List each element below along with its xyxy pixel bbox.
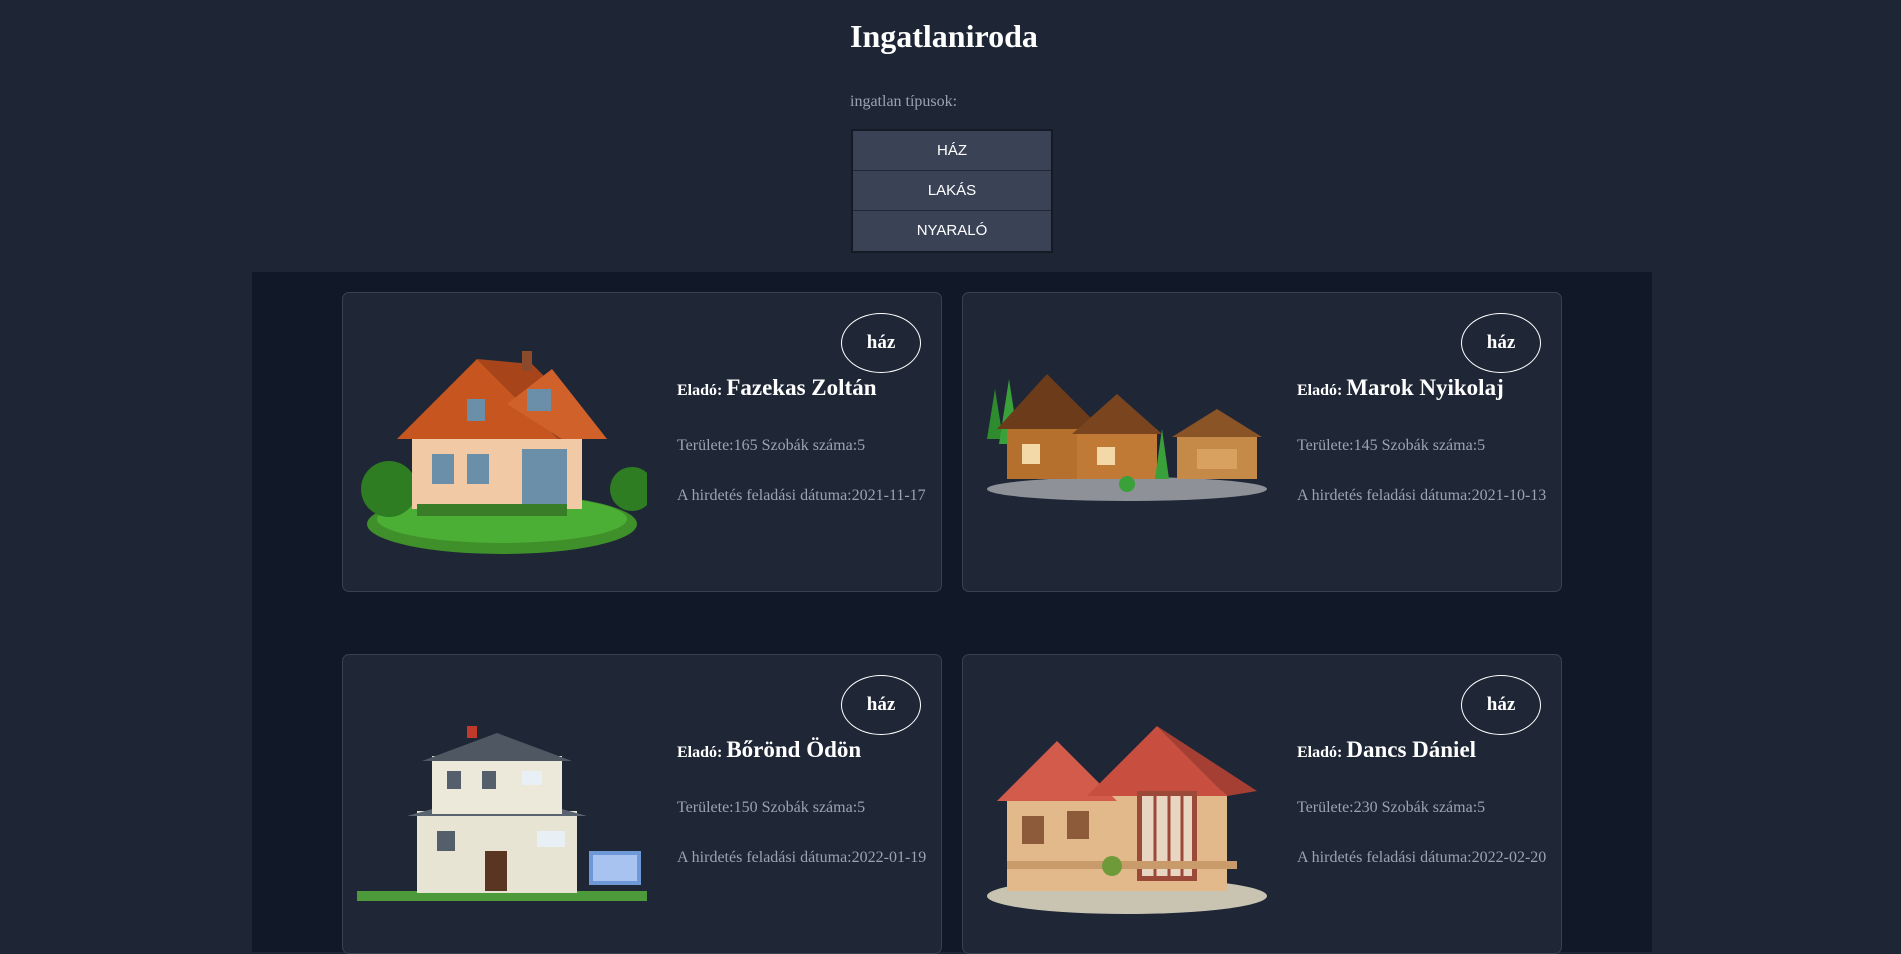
seller-line: Eladó: Fazekas Zoltán (677, 375, 876, 401)
listing-date: A hirdetés feladási dátuma:2021-11-17 (677, 487, 926, 504)
listing-details: Területe:230 Szobák száma:5 (1297, 799, 1486, 816)
page-header: Ingatlaniroda ingatlan típusok: HÁZ LAKÁ… (0, 0, 1901, 272)
type-badge: ház (1461, 313, 1541, 373)
orange-roof-house-icon (361, 351, 647, 554)
listing-date: A hirdetés feladási dátuma:2021-10-13 (1297, 487, 1547, 504)
listing-details: Területe:145 Szobák száma:5 (1297, 437, 1486, 454)
seller-name: Dancs Dániel (1346, 737, 1477, 762)
seller-line: Eladó: Marok Nyikolaj (1297, 375, 1504, 401)
seller-name: Marok Nyikolaj (1346, 375, 1504, 400)
type-button-haz[interactable]: HÁZ (853, 131, 1051, 171)
listing-card[interactable]: ház Eladó: Dancs Dániel Területe:230 Szo… (962, 654, 1562, 954)
white-house-solar-panel-icon (357, 726, 647, 901)
log-cabin-house-icon (987, 374, 1267, 501)
listings-container: ház Eladó: Fazekas Zoltán Területe:165 S… (252, 272, 1652, 954)
seller-name: Fazekas Zoltán (726, 375, 877, 400)
listing-details: Területe:165 Szobák száma:5 (677, 437, 866, 454)
seller-label: Eladó: (1297, 382, 1343, 399)
type-button-lakas[interactable]: LAKÁS (853, 171, 1051, 211)
seller-name: Bőrönd Ödön (726, 737, 862, 762)
type-button-nyaralo[interactable]: NYARALÓ (853, 211, 1051, 251)
type-badge: ház (841, 313, 921, 373)
listing-card[interactable]: ház Eladó: Marok Nyikolaj Területe:145 S… (962, 292, 1562, 592)
seller-label: Eladó: (1297, 744, 1343, 761)
page-title: Ingatlaniroda (850, 18, 1038, 54)
seller-line: Eladó: Dancs Dániel (1297, 737, 1476, 763)
wooden-villa-house-icon (987, 726, 1267, 914)
type-badge: ház (1461, 675, 1541, 735)
listing-card[interactable]: ház Eladó: Bőrönd Ödön Területe:150 Szob… (342, 654, 942, 954)
listing-date: A hirdetés feladási dátuma:2022-02-20 (1297, 849, 1547, 866)
seller-label: Eladó: (677, 382, 723, 399)
listing-date: A hirdetés feladási dátuma:2022-01-19 (677, 849, 927, 866)
listing-details: Területe:150 Szobák száma:5 (677, 799, 866, 816)
type-badge: ház (841, 675, 921, 735)
type-filter-menu: HÁZ LAKÁS NYARALÓ (851, 129, 1053, 253)
seller-line: Eladó: Bőrönd Ödön (677, 737, 861, 763)
seller-label: Eladó: (677, 744, 723, 761)
listing-card[interactable]: ház Eladó: Fazekas Zoltán Területe:165 S… (342, 292, 942, 592)
types-label: ingatlan típusok: (850, 93, 958, 110)
